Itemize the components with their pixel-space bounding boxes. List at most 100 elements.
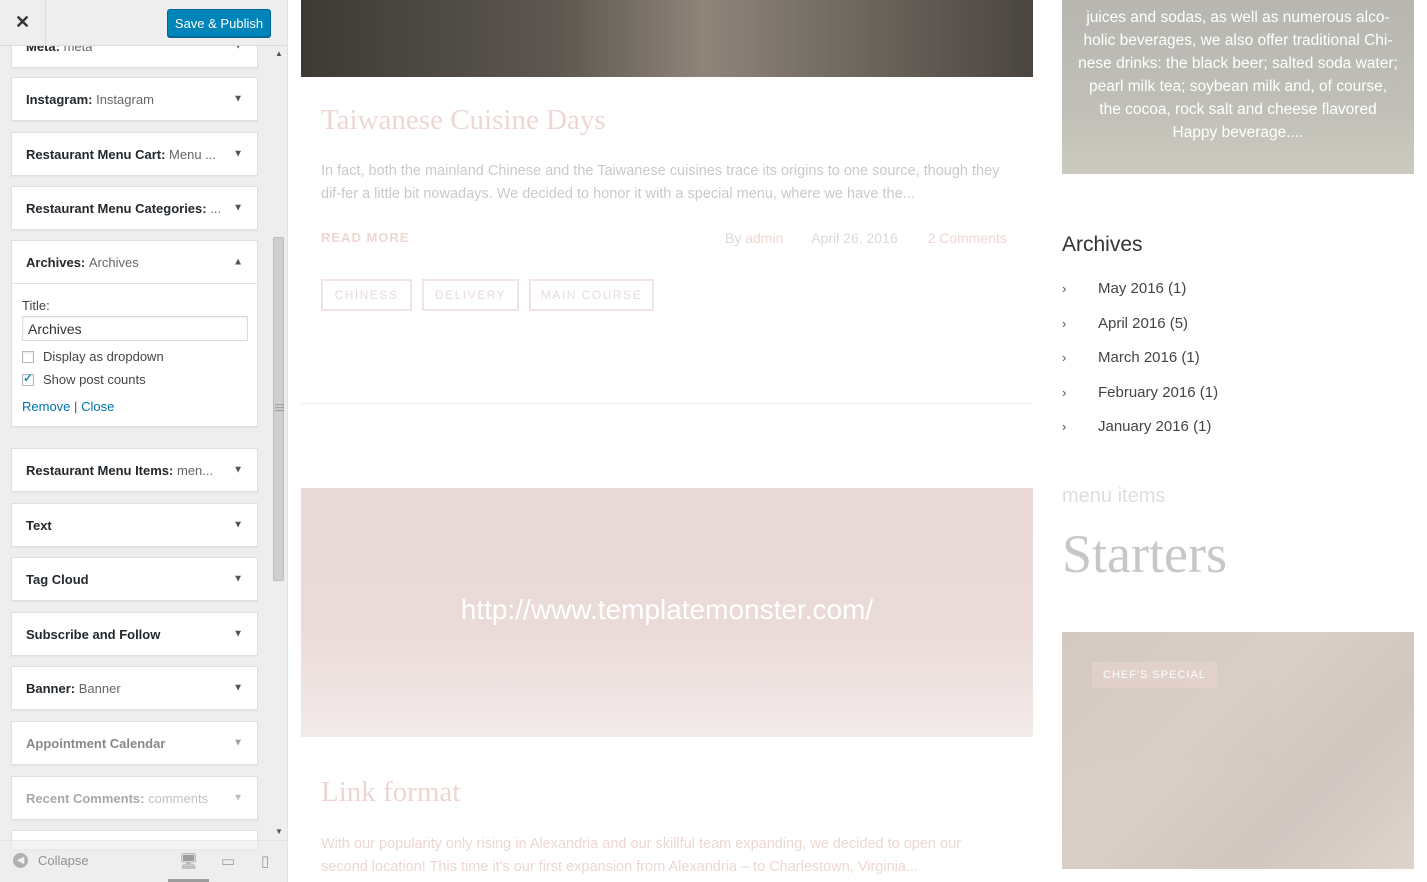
close-link[interactable]: Close <box>81 399 114 414</box>
expand-arrow-icon[interactable]: ▼ <box>233 793 243 804</box>
expand-arrow-icon[interactable]: ▼ <box>233 465 243 476</box>
widget-restaurant-menu-cart[interactable]: Restaurant Menu Cart: Menu ... ▼ <box>11 132 258 176</box>
archive-label[interactable]: March 2016 <box>1098 349 1177 366</box>
widget-archives-header[interactable]: Archives: Archives ▲ <box>12 241 257 283</box>
widget-title: Text <box>26 517 52 533</box>
show-post-counts-checkbox[interactable] <box>22 371 34 386</box>
expand-arrow-icon[interactable]: ▼ <box>233 683 243 694</box>
chevron-right-icon: › <box>1062 385 1067 400</box>
site-preview: Taiwanese Cuisine Days In fact, both the… <box>288 0 1427 882</box>
widget-subtitle: comments <box>148 790 209 806</box>
scroll-up-arrow-icon[interactable]: ▲ <box>275 49 283 58</box>
widget-subtitle: Archives <box>88 254 139 270</box>
expand-arrow-icon[interactable]: ▼ <box>233 629 243 640</box>
widget-restaurant-menu-categories[interactable]: Restaurant Menu Categories: ... ▼ <box>11 186 258 230</box>
post-featured-image[interactable] <box>301 0 1033 77</box>
link-post-title[interactable]: Link format <box>321 776 460 809</box>
collapse-button[interactable]: ◀ Collapse <box>13 853 89 868</box>
archives-heading: Archives <box>1062 233 1143 256</box>
widget-instagram[interactable]: Instagram: Instagram ▼ <box>11 77 258 121</box>
tag-chiness[interactable]: CHINESS <box>321 279 412 311</box>
menu-category-heading[interactable]: Starters <box>1062 523 1227 585</box>
widget-subtitle: ... <box>210 200 222 216</box>
tag-delivery[interactable]: DELIVERY <box>422 279 519 311</box>
widget-recent-comments[interactable]: Recent Comments: comments ▼ <box>11 776 258 820</box>
display-dropdown-checkbox[interactable] <box>22 350 34 363</box>
expand-arrow-icon[interactable]: ▼ <box>233 149 243 160</box>
archive-label[interactable]: April 2016 <box>1098 315 1166 332</box>
widget-appointment-calendar[interactable]: Appointment Calendar ▼ <box>11 721 258 765</box>
widget-title: Restaurant Menu Categories: <box>26 200 207 216</box>
widget-tag-cloud[interactable]: Tag Cloud ▼ <box>11 557 258 601</box>
customizer-footer: ◀ Collapse 🖥 ▭ ▯ <box>0 840 287 882</box>
sidebar-scrollbar[interactable]: ▲ — — — ▼ <box>272 45 286 840</box>
widget-title: Archives: <box>26 254 86 270</box>
widget-restaurant-menu-items[interactable]: Restaurant Menu Items: men... ▼ <box>11 448 258 492</box>
post-date[interactable]: April 26, 2016 <box>811 230 897 246</box>
archive-count: (1) <box>1193 418 1212 435</box>
display-dropdown-option[interactable]: Display as dropdown <box>22 349 247 364</box>
drinks-promo-text: juices and sodas, as well as numerous al… <box>1078 9 1398 141</box>
widget-title: Appointment Calendar <box>26 735 166 751</box>
read-more-link[interactable]: READ MORE <box>321 230 409 245</box>
archive-item[interactable]: › March 2016 (1) <box>1062 349 1200 366</box>
title-field-label: Title: <box>22 298 50 313</box>
title-input[interactable]: Archives <box>22 316 248 341</box>
expand-arrow-icon[interactable]: ▼ <box>233 520 243 531</box>
mobile-icon[interactable]: ▯ <box>261 852 269 870</box>
widget-subtitle: men... <box>177 462 214 478</box>
post-meta: By admin April 26, 2016 2 Comments <box>725 230 1007 246</box>
resize-grip-icon[interactable]: — — — <box>275 400 284 415</box>
collapse-arrow-icon[interactable]: ▲ <box>233 257 243 268</box>
archive-label[interactable]: February 2016 <box>1098 384 1196 401</box>
chefs-special-badge: CHEF'S SPECIAL <box>1092 662 1217 688</box>
tag-main-course[interactable]: MAIN COURSE <box>529 279 654 311</box>
expand-arrow-icon[interactable]: ▼ <box>233 203 243 214</box>
save-publish-button[interactable]: Save & Publish <box>167 9 271 37</box>
expand-arrow-icon[interactable]: ▼ <box>233 94 243 105</box>
widget-title: Instagram: <box>26 91 93 107</box>
archive-item[interactable]: › January 2016 (1) <box>1062 418 1211 435</box>
widget-subtitle: Banner <box>78 680 121 696</box>
scroll-down-arrow-icon[interactable]: ▼ <box>275 827 283 836</box>
archive-count: (1) <box>1168 280 1187 297</box>
chevron-right-icon: › <box>1062 350 1067 365</box>
post-excerpt: In fact, both the mainland Chinese and t… <box>321 163 1000 202</box>
show-post-counts-option[interactable]: Show post counts <box>22 371 247 387</box>
display-dropdown-label: Display as dropdown <box>43 349 164 364</box>
comments-link[interactable]: 2 Comments <box>928 230 1007 246</box>
archive-item[interactable]: › May 2016 (1) <box>1062 280 1186 297</box>
widget-title: Restaurant Menu Items: <box>26 462 174 478</box>
archive-item[interactable]: › February 2016 (1) <box>1062 384 1218 401</box>
chevron-right-icon: › <box>1062 281 1067 296</box>
tablet-icon[interactable]: ▭ <box>221 852 235 870</box>
link-post-excerpt: With our popularity only rising in Alexa… <box>321 836 961 875</box>
show-post-counts-label: Show post counts <box>43 372 146 387</box>
remove-link[interactable]: Remove <box>22 399 70 414</box>
widget-subscribe-follow[interactable]: Subscribe and Follow ▼ <box>11 612 258 656</box>
link-separator: | <box>74 399 78 414</box>
widget-banner[interactable]: Banner: Banner ▼ <box>11 666 258 710</box>
link-post-banner[interactable]: http://www.templatemonster.com/ <box>301 488 1033 737</box>
archive-item[interactable]: › April 2016 (5) <box>1062 315 1188 332</box>
archive-label[interactable]: May 2016 <box>1098 280 1164 297</box>
post-title[interactable]: Taiwanese Cuisine Days <box>321 104 606 137</box>
collapse-label: Collapse <box>38 853 89 868</box>
link-url[interactable]: http://www.templatemonster.com/ <box>461 594 873 626</box>
by-label: By <box>725 230 742 246</box>
expand-arrow-icon[interactable]: ▼ <box>233 738 243 749</box>
archive-count: (1) <box>1199 384 1219 401</box>
post-divider <box>301 403 1033 404</box>
widget-title: Tag Cloud <box>26 571 89 587</box>
author-link[interactable]: admin <box>745 230 783 246</box>
expand-arrow-icon[interactable]: ▼ <box>233 574 243 585</box>
widget-title: Recent Comments: <box>26 790 145 806</box>
menu-items-label: menu items <box>1062 485 1166 507</box>
desktop-icon[interactable]: 🖥 <box>179 852 198 870</box>
chevron-right-icon: › <box>1062 316 1067 331</box>
widget-subtitle: Instagram <box>96 91 154 107</box>
archive-label[interactable]: January 2016 <box>1098 418 1189 435</box>
close-icon[interactable]: ✕ <box>0 0 46 45</box>
widget-text[interactable]: Text ▼ <box>11 503 258 547</box>
widget-title: Subscribe and Follow <box>26 626 161 642</box>
